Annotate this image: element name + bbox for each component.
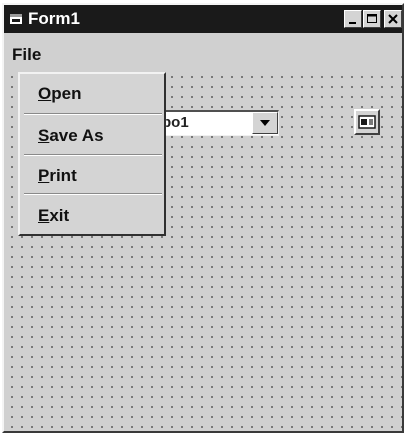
menu-item-open[interactable]: Open — [20, 76, 164, 114]
menu-item-print[interactable]: Print — [20, 158, 164, 196]
maximize-button[interactable] — [363, 10, 381, 28]
menu-item-open-label: Open — [38, 84, 82, 103]
combo-dropdown-button[interactable] — [252, 112, 278, 134]
menu-separator — [24, 113, 162, 115]
menu-item-save-as-label: Save As — [38, 126, 104, 145]
menu-item-exit[interactable]: Exit — [20, 198, 164, 236]
combo-box-text: bo1 — [162, 114, 189, 131]
file-menu-dropdown: Open Save As Print Exit — [18, 72, 166, 236]
title-bar[interactable]: Form1 — [4, 5, 402, 33]
window-title: Form1 — [28, 9, 80, 28]
chevron-down-icon — [260, 120, 270, 126]
menu-item-exit-label: Exit — [38, 206, 70, 225]
minimize-icon — [349, 22, 356, 24]
combo-control-glyph-icon — [358, 115, 376, 129]
minimize-button[interactable] — [344, 10, 362, 28]
menu-separator — [24, 193, 162, 195]
menu-bar: File — [4, 33, 402, 69]
form-window: Form1 File bo1 Open Save As Print Exit — [2, 3, 404, 433]
menu-file[interactable]: File — [12, 45, 41, 65]
maximize-icon — [367, 14, 377, 23]
menu-item-save-as[interactable]: Save As — [20, 118, 164, 156]
form-icon — [10, 14, 22, 24]
close-button[interactable] — [384, 10, 402, 28]
combo-control-icon[interactable] — [354, 109, 380, 135]
menu-separator — [24, 154, 162, 156]
menu-item-print-label: Print — [38, 166, 77, 185]
close-icon — [388, 14, 398, 24]
combo-box[interactable]: bo1 — [154, 110, 279, 136]
